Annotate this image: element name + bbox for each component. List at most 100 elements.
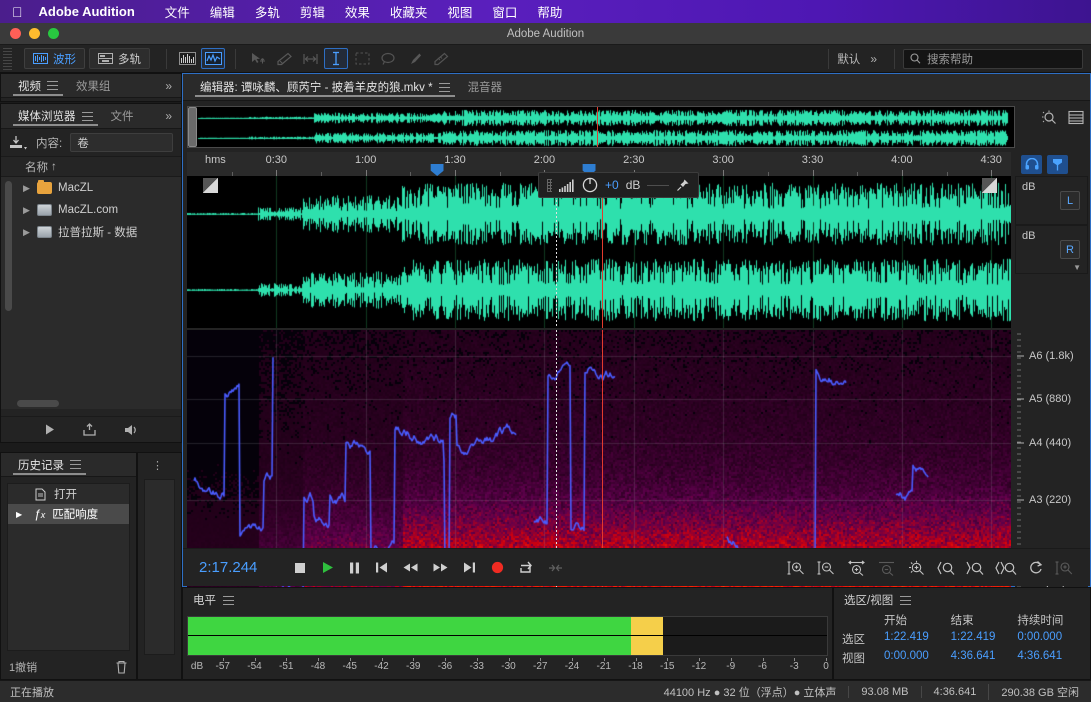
channel-corner-handle-right[interactable] (982, 178, 997, 193)
headphones-button[interactable] (1021, 155, 1042, 174)
menu-item-help[interactable]: 帮助 (527, 2, 572, 21)
menu-item-edit[interactable]: 编辑 (200, 2, 245, 21)
selection-duration-value[interactable]: 0:00.000 (1017, 631, 1084, 647)
editor-layout-icon[interactable] (1068, 110, 1084, 125)
spot-healing-brush-tool-button[interactable] (428, 48, 452, 69)
media-tree-header[interactable]: 名称 ↑ (1, 157, 181, 177)
media-browser-menu-icon[interactable] (82, 112, 93, 121)
tab-files[interactable]: 文件 (102, 104, 143, 128)
zoom-to-selection-left-button[interactable] (937, 560, 955, 576)
timeline-marker-0[interactable] (431, 164, 444, 176)
menu-item-file[interactable]: 文件 (155, 2, 200, 21)
menu-app-name[interactable]: Adobe Audition (39, 4, 135, 19)
channel-r-button[interactable]: R (1060, 240, 1080, 259)
zoom-toggle-button[interactable] (1028, 560, 1044, 576)
tab-effects-rack[interactable]: 效果组 (67, 74, 120, 98)
menu-item-window[interactable]: 窗口 (482, 2, 527, 21)
gain-knob-icon[interactable] (582, 177, 598, 193)
media-tree-row-2[interactable]: ▶ 拉普拉斯 - 数据 (1, 221, 181, 243)
trash-icon[interactable] (115, 660, 128, 674)
zoom-to-selection-right-button[interactable] (966, 560, 984, 576)
rewind-button[interactable] (403, 563, 418, 572)
expand-chevron-icon[interactable]: ▶ (23, 205, 31, 216)
gain-value[interactable]: +0 (605, 178, 619, 192)
paintbrush-selection-tool-button[interactable] (402, 48, 426, 69)
channel-l-button[interactable]: L (1060, 191, 1080, 210)
video-effects-more-button[interactable]: » (155, 79, 181, 93)
record-button[interactable] (491, 561, 504, 574)
panel-menu-icon[interactable] (47, 81, 58, 90)
multitrack-mode-button[interactable]: 多轨 (89, 48, 150, 69)
tab-video[interactable]: 视频 (9, 74, 67, 98)
skip-to-start-button[interactable] (375, 562, 388, 573)
tab-history[interactable]: 历史记录 (9, 453, 90, 477)
waveform-playhead[interactable] (602, 176, 603, 328)
pin-icon[interactable] (676, 178, 690, 192)
editor-menu-icon[interactable] (439, 83, 450, 92)
tab-mixer[interactable]: 混音器 (459, 75, 512, 99)
menu-item-favorites[interactable]: 收藏夹 (380, 2, 438, 21)
overview-navigator[interactable] (187, 106, 1015, 148)
expand-chevron-icon[interactable]: ▶ (23, 227, 31, 238)
metronome-button[interactable] (548, 562, 563, 574)
loop-button[interactable] (519, 561, 533, 575)
menu-item-view[interactable]: 视图 (437, 2, 482, 21)
pause-button[interactable] (349, 562, 360, 574)
zoom-out-amplitude-button[interactable] (817, 560, 836, 576)
spectral-pitch-display-button[interactable] (201, 48, 225, 69)
workspace-label[interactable]: 默认 (837, 51, 860, 67)
waveform-display[interactable] (187, 176, 1011, 328)
selection-end-value[interactable]: 1:22.419 (951, 631, 1018, 647)
expand-chevron-icon[interactable]: ▶ (23, 183, 31, 194)
spectral-frequency-display-button[interactable] (175, 48, 199, 69)
view-start-value[interactable]: 0:00.000 (884, 650, 951, 666)
search-input[interactable]: 搜索帮助 (903, 49, 1083, 69)
zoom-in-time-button[interactable] (847, 560, 866, 576)
zoom-to-selection-button[interactable] (995, 560, 1017, 576)
slip-tool-button[interactable] (272, 48, 296, 69)
lasso-selection-tool-button[interactable] (376, 48, 400, 69)
play-button[interactable] (321, 561, 334, 574)
hud-drag-grip[interactable] (547, 179, 552, 192)
selection-start-value[interactable]: 1:22.419 (884, 631, 951, 647)
import-file-icon[interactable] (82, 423, 97, 437)
channel-collapse-chevron-icon[interactable]: ▼ (1073, 263, 1081, 272)
levels-menu-icon[interactable] (223, 596, 234, 605)
media-tree-row-1[interactable]: ▶ MacZL.com (1, 199, 181, 221)
stop-button[interactable] (294, 562, 306, 574)
media-browser-more-button[interactable]: » (155, 109, 181, 123)
tab-media-browser[interactable]: 媒体浏览器 (9, 104, 102, 128)
auto-play-speaker-icon[interactable] (123, 423, 140, 437)
menu-item-effects[interactable]: 效果 (335, 2, 380, 21)
history-menu-icon[interactable] (70, 460, 81, 469)
channel-corner-handle-left[interactable] (203, 178, 218, 193)
waveform-mode-button[interactable]: 波形 (24, 48, 85, 69)
view-duration-value[interactable]: 4:36.641 (1017, 650, 1084, 666)
menu-item-multitrack[interactable]: 多轨 (245, 2, 290, 21)
import-icon[interactable] (9, 135, 28, 151)
current-time-display[interactable]: 2:17.244 (199, 559, 257, 576)
stretch-tool-button[interactable] (298, 48, 322, 69)
level-meters[interactable] (187, 616, 828, 656)
zoom-fit-icon[interactable] (1041, 110, 1058, 126)
media-tree-scrollbar-horizontal[interactable] (17, 400, 59, 407)
history-row-open[interactable]: 打开 (8, 484, 129, 504)
time-selection-tool-button[interactable] (324, 48, 348, 69)
marker-tool-button[interactable] (1047, 155, 1068, 174)
move-tool-button[interactable] (246, 48, 270, 69)
view-end-value[interactable]: 4:36.641 (951, 650, 1018, 666)
skip-to-end-button[interactable] (463, 562, 476, 573)
tab-editor-file[interactable]: 编辑器: 谭咏麟、顾芮宁 - 披着羊皮的狼.mkv * (191, 75, 459, 99)
content-select[interactable]: 卷 (70, 133, 173, 152)
marquee-selection-tool-button[interactable] (350, 48, 374, 69)
fast-forward-button[interactable] (433, 563, 448, 572)
media-tree-row-0[interactable]: ▶ MacZL (1, 177, 181, 199)
workspace-more-button[interactable]: » (860, 52, 886, 66)
zoom-in-amplitude-button[interactable] (787, 560, 806, 576)
side-strip-menu-icon[interactable]: ⋮ (152, 459, 163, 472)
menu-item-clip[interactable]: 剪辑 (290, 2, 335, 21)
overview-scroll-handle[interactable] (188, 107, 197, 147)
gain-hud[interactable]: +0 dB (538, 172, 699, 198)
zoom-out-full-button[interactable] (907, 560, 926, 576)
history-row-match-loudness[interactable]: ▶ ƒx 匹配响度 (8, 504, 129, 524)
